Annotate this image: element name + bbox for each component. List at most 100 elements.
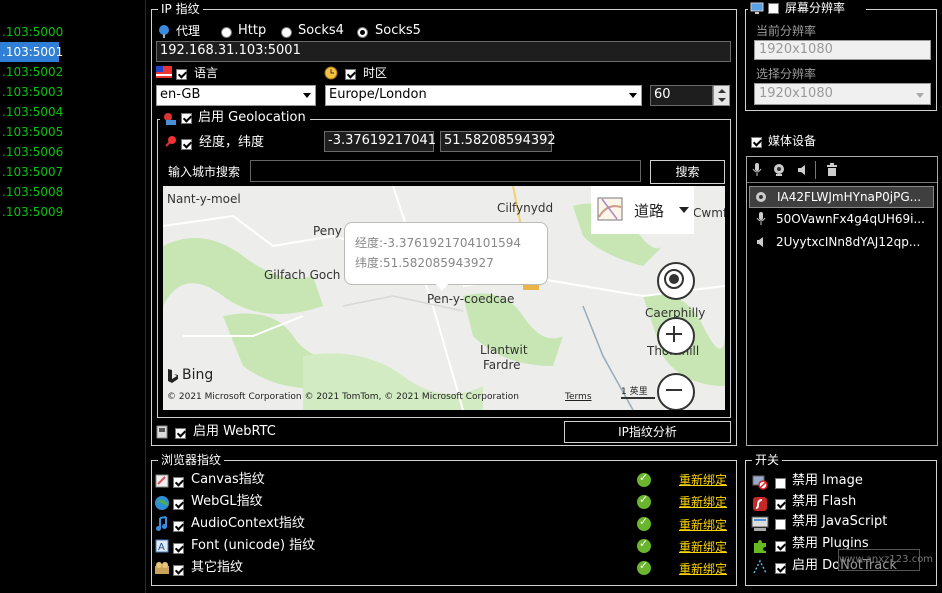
map-label: Pen-y-coedcae xyxy=(427,292,515,306)
media-device-name: 50OVawnFx4g4qUH69i... xyxy=(776,212,925,226)
clock-icon xyxy=(324,66,339,80)
screen-resolution-checkbox[interactable] xyxy=(768,3,779,14)
chevron-down-icon xyxy=(916,93,924,98)
geolocation-label: 启用 Geolocation xyxy=(198,110,306,125)
session-item[interactable]: .103:5004 xyxy=(0,102,145,122)
media-label: 媒体设备 xyxy=(768,134,817,148)
microphone-icon[interactable] xyxy=(752,163,762,177)
latitude-input[interactable]: 51.58208594392 xyxy=(440,131,556,152)
road-map-icon xyxy=(597,197,623,221)
media-device-item-selected[interactable]: IA42FLWJmHYnaP0jPG... xyxy=(749,186,934,208)
map-label: Nant-y-moel xyxy=(167,192,241,206)
timezone-label: 时区 xyxy=(363,66,388,80)
canvas-icon xyxy=(155,474,169,488)
session-item[interactable]: .103:5006 xyxy=(0,142,145,162)
spin-up-icon[interactable] xyxy=(718,89,726,93)
speaker-icon[interactable] xyxy=(796,163,808,177)
other-fingerprint-icon xyxy=(154,561,170,575)
enable-donottrack-checkbox[interactable] xyxy=(775,561,786,575)
disable-plugins-checkbox[interactable] xyxy=(775,539,786,553)
map-label: Cilfynydd xyxy=(497,201,554,215)
proxy-label: 代理 xyxy=(176,24,201,38)
font-checkbox[interactable] xyxy=(173,541,184,555)
webcam-icon[interactable] xyxy=(772,163,786,177)
svg-text:A: A xyxy=(158,542,165,553)
session-item[interactable]: .103:5003 xyxy=(0,82,145,102)
map-label: Cwmf xyxy=(693,206,725,220)
session-item[interactable]: .103:5009 xyxy=(0,202,145,222)
current-resolution-label: 当前分辨率 xyxy=(756,24,817,38)
map-label: Peny xyxy=(313,224,342,238)
locate-me-button[interactable] xyxy=(657,262,695,300)
switches-legend: 开关 xyxy=(752,453,783,467)
zoom-in-button[interactable] xyxy=(657,317,695,355)
session-item[interactable]: .103:5002 xyxy=(0,62,145,82)
webcam-icon xyxy=(756,192,766,202)
map-terms-link[interactable]: Terms xyxy=(565,392,592,402)
disable-javascript-label: 禁用 JavaScript xyxy=(792,514,888,529)
map-view[interactable]: Nant-y-moel Cilfynydd Cwmf Peny Gilfach … xyxy=(163,186,725,410)
rebind-webgl-link[interactable]: 重新绑定 xyxy=(679,495,727,509)
chevron-down-icon xyxy=(629,93,637,98)
map-label: Fardre xyxy=(483,358,521,372)
watermark: www.anxz123.com xyxy=(838,549,933,571)
spin-down-icon[interactable] xyxy=(718,98,726,102)
map-label: Gilfach Goch xyxy=(264,268,341,282)
other-checkbox[interactable] xyxy=(173,563,184,577)
screen-resolution-label: 屏幕分辨率 xyxy=(785,1,846,15)
timezone-checkbox[interactable] xyxy=(345,67,356,81)
disable-javascript-checkbox[interactable] xyxy=(775,517,786,531)
spin-buttons[interactable] xyxy=(713,85,730,106)
chevron-down-icon[interactable] xyxy=(679,207,689,213)
language-flag-icon xyxy=(156,66,172,80)
media-checkbox[interactable] xyxy=(751,135,762,149)
webgl-checkbox[interactable] xyxy=(173,497,184,511)
canvas-checkbox[interactable] xyxy=(173,475,184,489)
resolution-select-value: 1920x1080 xyxy=(759,86,833,101)
media-device-item[interactable]: 50OVawnFx4g4qUH69i... xyxy=(749,209,934,231)
popup-longitude: 经度:-3.3761921704101594 xyxy=(355,236,521,250)
zoom-out-button[interactable] xyxy=(657,373,695,410)
language-select[interactable]: en-GB xyxy=(156,85,316,106)
audiocontext-label: AudioContext指纹 xyxy=(191,516,305,531)
radio-http[interactable] xyxy=(221,25,232,39)
proxy-address-input[interactable]: 192.168.31.103:5001 xyxy=(156,41,731,62)
media-device-item[interactable]: 2UyytxcINn8dYAJ12qp... xyxy=(749,232,934,254)
session-item[interactable]: .103:5000 xyxy=(0,22,145,42)
spin-input[interactable]: 60 xyxy=(650,85,713,106)
session-item[interactable]: .103:5005 xyxy=(0,122,145,142)
rebind-audiocontext-link[interactable]: 重新绑定 xyxy=(679,518,727,532)
rebind-font-link[interactable]: 重新绑定 xyxy=(679,540,727,554)
timezone-select[interactable]: Europe/London xyxy=(325,85,642,106)
minus-icon xyxy=(666,389,682,391)
rebind-other-link[interactable]: 重新绑定 xyxy=(679,562,727,576)
geolocation-checkbox[interactable] xyxy=(181,113,192,124)
city-search-input[interactable] xyxy=(250,160,641,182)
audiocontext-checkbox[interactable] xyxy=(173,519,184,533)
bing-logo: Bing xyxy=(167,367,227,385)
webgl-label: WebGL指纹 xyxy=(191,494,263,509)
chevron-down-icon xyxy=(303,93,311,98)
font-label: Font (unicode) 指纹 xyxy=(191,538,316,553)
session-item[interactable]: .103:5007 xyxy=(0,162,145,182)
trash-icon[interactable] xyxy=(826,163,838,177)
search-button[interactable]: 搜索 xyxy=(650,160,725,184)
map-style-selector[interactable]: 道路 xyxy=(591,186,694,234)
webgl-icon xyxy=(154,495,170,511)
language-checkbox[interactable] xyxy=(176,67,187,81)
disable-flash-checkbox[interactable] xyxy=(775,497,786,511)
radio-socks4[interactable] xyxy=(281,25,292,39)
latlon-checkbox[interactable] xyxy=(181,137,192,151)
check-circle-icon xyxy=(637,471,651,487)
longitude-input[interactable]: -3.37619217041 xyxy=(324,131,436,152)
disable-image-checkbox[interactable] xyxy=(775,476,786,490)
rebind-canvas-link[interactable]: 重新绑定 xyxy=(679,473,727,487)
ip-analyze-button[interactable]: IP指纹分析 xyxy=(564,421,731,443)
radio-http-label: Http xyxy=(238,23,267,38)
session-item[interactable]: .103:5008 xyxy=(0,182,145,202)
session-item-selected[interactable]: .103:5001 xyxy=(0,42,63,62)
radio-socks5[interactable] xyxy=(357,25,368,39)
resolution-select[interactable]: 1920x1080 xyxy=(754,83,931,105)
session-list: .103:5000 .103:5001 .103:5002 .103:5003 … xyxy=(0,0,146,593)
webrtc-checkbox[interactable] xyxy=(175,426,186,440)
